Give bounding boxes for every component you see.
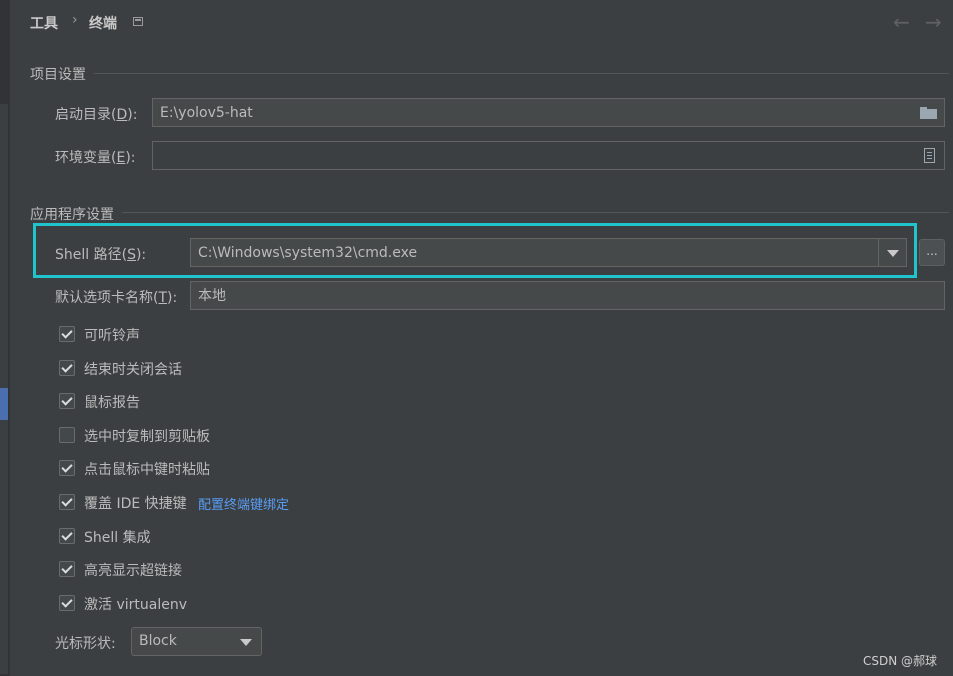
checkbox-label[interactable]: 鼠标报告 [84,392,140,412]
checkbox[interactable] [59,360,75,376]
browse-button[interactable]: ... [919,239,945,266]
checkbox[interactable] [59,460,75,476]
checkbox-label[interactable]: 结束时关闭会话 [84,359,182,379]
window-pin-icon[interactable] [133,17,143,26]
checkbox[interactable] [59,427,75,443]
checkbox-label[interactable]: 选中时复制到剪贴板 [84,426,210,446]
env-vars-label: 环境变量(E): [55,150,136,166]
checkbox-label[interactable]: 点击鼠标中键时粘贴 [84,459,210,479]
checkbox-label[interactable]: 高亮显示超链接 [84,560,182,580]
left-panel-edge [0,0,10,676]
shell-path-label: Shell 路径(S): [55,247,147,263]
checkbox-label[interactable]: Shell 集成 [84,527,151,547]
cursor-shape-value: Block [139,633,177,649]
default-tab-name-input[interactable]: 本地 [190,281,945,310]
folder-open-icon[interactable] [920,107,937,119]
checkbox[interactable] [59,528,75,544]
default-tab-name-value: 本地 [198,288,226,304]
breadcrumb-parent[interactable]: 工具 [30,13,58,33]
edit-document-icon[interactable] [924,148,935,163]
watermark: CSDN @郝球 [862,654,937,668]
configure-keybindings-link[interactable]: 配置终端键绑定 [198,494,289,513]
shell-path-combobox[interactable]: C:\Windows\system32\cmd.exe [190,238,907,267]
project-settings-title: 项目设置 [30,67,86,83]
app-settings-divider [122,212,949,213]
chevron-down-icon[interactable] [878,239,906,267]
left-panel-selection-marker [0,388,8,420]
shell-path-value: C:\Windows\system32\cmd.exe [198,245,418,261]
cursor-shape-select[interactable]: Block [131,627,262,656]
checkbox[interactable] [59,561,75,577]
checkbox[interactable] [59,326,75,342]
forward-arrow-icon[interactable]: → [925,10,942,34]
checkbox-label[interactable]: 激活 virtualenv [84,594,187,614]
start-dir-label: 启动目录(D): [55,107,138,123]
default-tab-name-label: 默认选项卡名称(T): [55,290,178,306]
checkbox[interactable] [59,595,75,611]
project-settings-divider [94,73,949,74]
back-arrow-icon[interactable]: ← [893,10,910,34]
cursor-shape-label: 光标形状: [55,636,116,652]
checkbox[interactable] [59,494,75,510]
checkbox-label[interactable]: 覆盖 IDE 快捷键 [84,493,187,513]
breadcrumb-current: 终端 [89,16,117,32]
app-settings-title: 应用程序设置 [30,207,114,223]
breadcrumb-separator: › [72,12,78,28]
env-vars-input[interactable] [152,141,945,170]
start-dir-input[interactable]: E:\yolov5-hat [152,98,945,127]
start-dir-value: E:\yolov5-hat [160,105,253,121]
checkbox-label[interactable]: 可听铃声 [84,325,140,345]
checkbox[interactable] [59,393,75,409]
